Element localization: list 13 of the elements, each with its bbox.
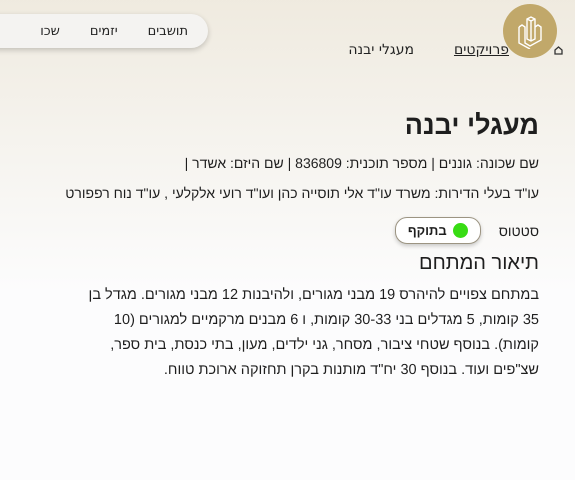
detail-text: עו"ד בעלי הדירות: משרד עו"ד אלי תוסייה כהן ועו"ד רועי אלקלעי , עו"ד נוח רפפורט bbox=[64, 184, 539, 203]
nav-link[interactable]: שכו bbox=[40, 24, 60, 38]
nav-link[interactable]: תושבים bbox=[148, 24, 188, 38]
section-heading: תיאור המתחם bbox=[418, 252, 539, 275]
page-title: מעגלי יבנה bbox=[404, 110, 539, 141]
description-text: במתחם צפויים להיהרס 19 מבני מגורים, ולהיבנות 12 מבני מגורים. מגדל בן 35 קומות, 5 מגדלים בני 30-33 קומות, ו 6 מבנים מרקמיים למגורים (10 קומות). בנוסף שטחי ציבור, מסחר, גני ילדים, מעון, בתי כנסת, בית ספר, שצ"פים ועוד. בנוסף 30 יח"ד מותנות בקרן תחזוקה ארוכת טווח. bbox=[88, 286, 539, 380]
breadcrumb-link[interactable]: פרויקטים bbox=[454, 42, 509, 58]
nav-link[interactable]: יזמים bbox=[90, 24, 118, 38]
status-label: סטטוס bbox=[498, 222, 539, 238]
home-icon[interactable] bbox=[554, 46, 563, 55]
detail-text: שם שכונה: גוננים | מספר תוכנית: 836809 | שם היזם: אשדר | bbox=[184, 154, 539, 173]
breadcrumb-current: מעגלי יבנה bbox=[348, 42, 414, 58]
status-badge: בתוקף bbox=[394, 217, 481, 244]
